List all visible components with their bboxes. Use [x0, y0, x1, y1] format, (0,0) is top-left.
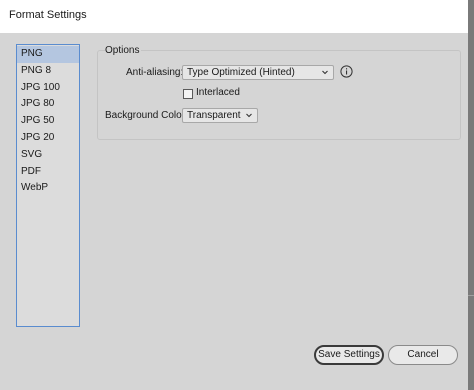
- background-color-label: Background Color:: [105, 110, 188, 121]
- dialog-body: PNG PNG 8 JPG 100 JPG 80 JPG 50 JPG 20 S…: [0, 33, 468, 390]
- dialog-title: Format Settings: [9, 9, 87, 21]
- interlaced-label: Interlaced: [196, 87, 240, 98]
- format-list[interactable]: PNG PNG 8 JPG 100 JPG 80 JPG 50 JPG 20 S…: [16, 44, 80, 327]
- title-bar[interactable]: Format Settings: [0, 0, 468, 33]
- background-color-value: Transparent: [187, 110, 241, 121]
- format-item-png[interactable]: PNG: [17, 46, 79, 63]
- interlaced-checkbox[interactable]: [183, 89, 193, 99]
- format-item-pdf[interactable]: PDF: [17, 164, 79, 181]
- background-window-divider: [468, 295, 474, 296]
- format-item-jpg50[interactable]: JPG 50: [17, 113, 79, 130]
- save-settings-button[interactable]: Save Settings: [314, 345, 384, 365]
- chevron-down-icon: [246, 113, 252, 118]
- anti-aliasing-label: Anti-aliasing:: [126, 67, 184, 78]
- options-group-title: Options: [105, 45, 142, 56]
- cancel-button[interactable]: Cancel: [388, 345, 458, 365]
- format-settings-dialog: Format Settings PNG PNG 8 JPG 100 JPG 80…: [0, 0, 468, 390]
- format-item-webp[interactable]: WebP: [17, 180, 79, 197]
- format-item-jpg80[interactable]: JPG 80: [17, 96, 79, 113]
- format-item-png8[interactable]: PNG 8: [17, 63, 79, 80]
- info-icon[interactable]: [340, 65, 353, 78]
- anti-aliasing-select[interactable]: Type Optimized (Hinted): [182, 65, 334, 80]
- format-item-jpg20[interactable]: JPG 20: [17, 130, 79, 147]
- anti-aliasing-value: Type Optimized (Hinted): [187, 67, 295, 78]
- background-window-edge: [468, 0, 474, 390]
- chevron-down-icon: [322, 70, 328, 75]
- format-item-jpg100[interactable]: JPG 100: [17, 80, 79, 97]
- background-color-select[interactable]: Transparent: [182, 108, 258, 123]
- format-item-svg[interactable]: SVG: [17, 147, 79, 164]
- options-group: [97, 50, 461, 140]
